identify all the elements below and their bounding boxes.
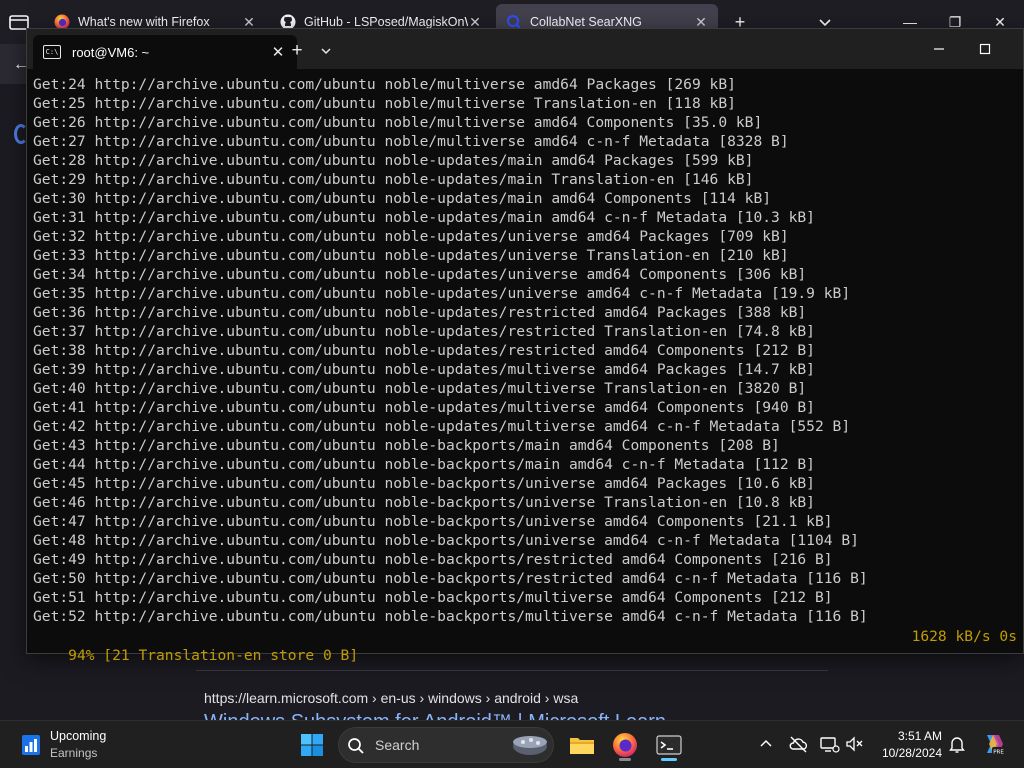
terminal-line: Get:40 http://archive.ubuntu.com/ubuntu … xyxy=(33,380,807,397)
widget-subtitle[interactable]: Earnings xyxy=(50,746,97,760)
terminal-title-bar: C:\ root@VM6: ~ ✕ + xyxy=(27,29,1023,69)
terminal-line: Get:38 http://archive.ubuntu.com/ubuntu … xyxy=(33,342,815,359)
apt-progress-text: 94% [21 Translation-en store 0 B] xyxy=(68,647,359,664)
terminal-line: Get:46 http://archive.ubuntu.com/ubuntu … xyxy=(33,494,815,511)
tab-title: CollabNet SearXNG xyxy=(530,15,642,29)
terminal-output[interactable]: Get:24 http://archive.ubuntu.com/ubuntu … xyxy=(33,75,1019,647)
stock-chart-icon[interactable] xyxy=(20,731,42,757)
network-icon[interactable] xyxy=(818,733,840,755)
terminal-icon xyxy=(656,735,682,755)
cloud-sync-icon[interactable] xyxy=(787,733,809,755)
terminal-line: Get:49 http://archive.ubuntu.com/ubuntu … xyxy=(33,551,833,568)
widget-title[interactable]: Upcoming xyxy=(50,729,106,743)
taskbar: Upcoming Earnings Search 3:51 AM 10/28/2… xyxy=(0,720,1024,768)
system-clock[interactable]: 3:51 AM 10/28/2024 xyxy=(868,728,942,762)
search-placeholder: Search xyxy=(375,737,420,753)
terminal-line: Get:43 http://archive.ubuntu.com/ubuntu … xyxy=(33,437,780,454)
running-indicator xyxy=(619,758,631,761)
terminal-window: C:\ root@VM6: ~ ✕ + Get:24 http://archiv… xyxy=(26,28,1024,664)
terminal-line: Get:27 http://archive.ubuntu.com/ubuntu … xyxy=(33,133,789,150)
terminal-line: Get:48 http://archive.ubuntu.com/ubuntu … xyxy=(33,532,859,549)
terminal-taskbar-button[interactable] xyxy=(651,727,687,763)
active-indicator xyxy=(661,758,677,761)
search-highlight-icon xyxy=(513,736,547,755)
tab-title: What's new with Firefox xyxy=(78,15,210,29)
terminal-line: Get:33 http://archive.ubuntu.com/ubuntu … xyxy=(33,247,789,264)
file-explorer-button[interactable] xyxy=(564,727,600,763)
terminal-line: Get:29 http://archive.ubuntu.com/ubuntu … xyxy=(33,171,754,188)
apt-download-rate: 1628 kB/s 0s xyxy=(911,628,1017,645)
notification-bell-icon[interactable] xyxy=(946,733,968,755)
copilot-pre-icon[interactable]: PRE xyxy=(980,731,1006,757)
chevron-down-icon[interactable] xyxy=(315,39,337,63)
windows-start-icon xyxy=(301,734,323,756)
volume-muted-icon[interactable] xyxy=(843,733,865,755)
terminal-line: Get:31 http://archive.ubuntu.com/ubuntu … xyxy=(33,209,815,226)
firefox-icon xyxy=(613,733,637,757)
terminal-line: Get:47 http://archive.ubuntu.com/ubuntu … xyxy=(33,513,833,530)
terminal-line: Get:45 http://archive.ubuntu.com/ubuntu … xyxy=(33,475,815,492)
terminal-line: Get:52 http://archive.ubuntu.com/ubuntu … xyxy=(33,608,868,625)
maximize-icon[interactable] xyxy=(962,35,1008,63)
terminal-line: Get:37 http://archive.ubuntu.com/ubuntu … xyxy=(33,323,815,340)
terminal-line: Get:42 http://archive.ubuntu.com/ubuntu … xyxy=(33,418,851,435)
chevron-up-icon[interactable] xyxy=(755,733,777,755)
terminal-line: Get:34 http://archive.ubuntu.com/ubuntu … xyxy=(33,266,807,283)
terminal-line: Get:41 http://archive.ubuntu.com/ubuntu … xyxy=(33,399,815,416)
terminal-line: Get:25 http://archive.ubuntu.com/ubuntu … xyxy=(33,95,736,112)
terminal-line: Get:51 http://archive.ubuntu.com/ubuntu … xyxy=(33,589,833,606)
pre-badge-text: PRE xyxy=(993,750,1004,756)
search-icon xyxy=(348,738,364,754)
terminal-line: Get:30 http://archive.ubuntu.com/ubuntu … xyxy=(33,190,772,207)
search-result-breadcrumb[interactable]: https://learn.microsoft.com › en-us › wi… xyxy=(204,690,578,706)
terminal-tab-title: root@VM6: ~ xyxy=(72,44,150,60)
terminal-line: Get:39 http://archive.ubuntu.com/ubuntu … xyxy=(33,361,815,378)
command-prompt-icon: C:\ xyxy=(43,45,61,59)
apt-progress-line: 94% [21 Translation-en store 0 B] 1628 k… xyxy=(33,627,1017,664)
tab-title: GitHub - LSPosed/MagiskOnW xyxy=(304,15,468,29)
minimize-icon[interactable] xyxy=(916,35,962,63)
start-button[interactable] xyxy=(294,727,330,763)
terminal-line: Get:28 http://archive.ubuntu.com/ubuntu … xyxy=(33,152,754,169)
terminal-line: Get:35 http://archive.ubuntu.com/ubuntu … xyxy=(33,285,851,302)
clock-time: 3:51 AM xyxy=(897,729,942,743)
terminal-line: Get:50 http://archive.ubuntu.com/ubuntu … xyxy=(33,570,868,587)
clock-date: 10/28/2024 xyxy=(881,746,942,760)
new-terminal-tab-button[interactable]: + xyxy=(285,39,309,63)
terminal-line: Get:26 http://archive.ubuntu.com/ubuntu … xyxy=(33,114,763,131)
file-explorer-icon xyxy=(570,738,594,754)
result-divider xyxy=(196,670,828,671)
firefox-taskbar-button[interactable] xyxy=(607,727,643,763)
terminal-tab[interactable]: C:\ root@VM6: ~ ✕ xyxy=(33,35,297,69)
terminal-line: Get:24 http://archive.ubuntu.com/ubuntu … xyxy=(33,76,736,93)
terminal-line: Get:36 http://archive.ubuntu.com/ubuntu … xyxy=(33,304,807,321)
taskbar-search-box[interactable]: Search xyxy=(338,727,554,763)
terminal-line: Get:32 http://archive.ubuntu.com/ubuntu … xyxy=(33,228,789,245)
terminal-line: Get:44 http://archive.ubuntu.com/ubuntu … xyxy=(33,456,815,473)
